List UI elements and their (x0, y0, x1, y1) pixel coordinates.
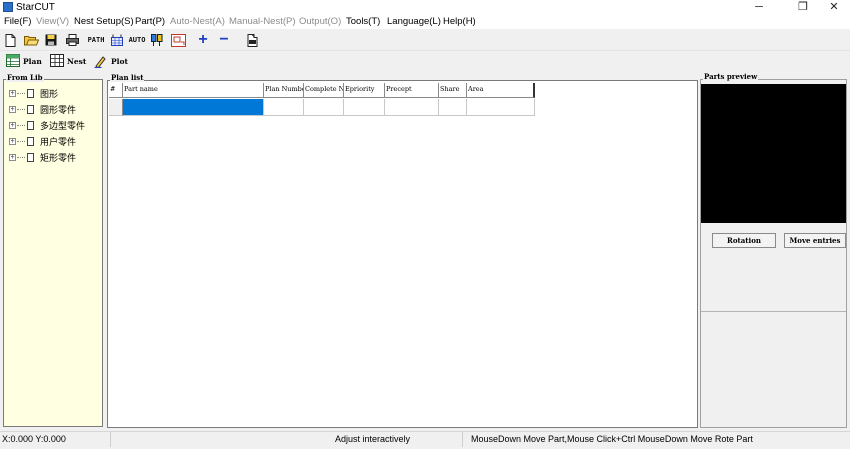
plan-list-title: Plan list (110, 73, 145, 82)
menu-tools[interactable]: Tools(T) (346, 16, 380, 28)
status-hint: MouseDown Move Part,Mouse Click+Ctrl Mou… (471, 434, 753, 444)
cell-area[interactable] (467, 99, 535, 116)
tree-item[interactable]: + 图形 (9, 86, 58, 100)
column-header-precept[interactable]: Precept (385, 83, 439, 98)
tree-item-label: 图形 (40, 88, 59, 99)
plan-mode-label: Plan (23, 57, 42, 66)
window-title: StarCUT (16, 2, 55, 13)
selected-cell-part-name[interactable] (123, 99, 264, 116)
document-icon (27, 136, 34, 146)
from-lib-title: From Lib (6, 73, 44, 82)
remove-icon[interactable]: − (217, 31, 231, 48)
nest-mode-button[interactable]: Nest (50, 53, 90, 70)
app-icon (3, 2, 13, 12)
parts-preview-title: Parts preview (703, 72, 759, 81)
menu-help[interactable]: Help(H) (443, 16, 476, 28)
menu-part[interactable]: Part(P) (135, 16, 165, 28)
column-header-area[interactable]: Area (467, 83, 535, 98)
expand-icon[interactable]: + (9, 153, 16, 161)
tree-item-label: 圆形零件 (40, 104, 77, 115)
menu-output[interactable]: Output(O) (299, 16, 341, 28)
nest-icon (50, 54, 64, 69)
tree-item-label: 多边型零件 (40, 120, 86, 131)
plan-mode-button[interactable]: Plan (6, 53, 44, 70)
nest-mode-label: Nest (67, 57, 87, 66)
plan-icon (6, 54, 20, 69)
tree-item[interactable]: + 矩形零件 (9, 150, 76, 164)
path-icon[interactable]: PATH (86, 33, 106, 47)
document-icon (27, 104, 34, 114)
menu-nest-setup[interactable]: Nest Setup(S) (74, 16, 134, 28)
plan-list-grid[interactable] (107, 80, 698, 428)
cell-precept[interactable] (385, 99, 439, 116)
tree-item[interactable]: + 用户零件 (9, 134, 76, 148)
tree-item-label: 矩形零件 (40, 152, 77, 163)
open-icon[interactable] (23, 33, 39, 47)
column-header-part-name[interactable]: Part name (123, 83, 264, 98)
plot-mode-button[interactable]: Plot (94, 53, 132, 70)
menu-auto-nest[interactable]: Auto-Nest(A) (170, 16, 225, 28)
parts-icon[interactable] (150, 33, 164, 47)
column-header-area-label: Area (468, 85, 484, 93)
parts-preview-canvas[interactable] (701, 84, 846, 223)
close-button[interactable]: ✕ (820, 0, 848, 15)
cell-complete[interactable] (304, 99, 344, 116)
expand-icon[interactable]: + (9, 105, 16, 113)
cell-priority[interactable] (344, 99, 385, 116)
rotation-button[interactable]: Rotation (712, 233, 776, 248)
preview-divider (701, 311, 846, 312)
tree-item-label: 用户零件 (40, 136, 77, 147)
sheet-icon[interactable] (109, 33, 124, 47)
plot-mode-label: Plot (111, 57, 128, 66)
column-header-share[interactable]: Share (439, 83, 467, 98)
menu-language[interactable]: Language(L) (387, 16, 441, 28)
print-icon[interactable] (65, 33, 79, 47)
status-separator (462, 432, 463, 447)
expand-icon[interactable]: + (9, 137, 16, 145)
expand-icon[interactable]: + (9, 121, 16, 129)
title-bar (0, 0, 850, 15)
column-header-plan-number[interactable]: Plan Number (264, 83, 304, 98)
column-header-index[interactable]: # (109, 83, 123, 98)
cell-share[interactable] (439, 99, 467, 116)
column-header-priority[interactable]: Epriority (344, 83, 385, 98)
row-selector[interactable] (109, 99, 123, 116)
document-icon (27, 120, 34, 130)
menu-view[interactable]: View(V) (36, 16, 69, 28)
save-icon[interactable] (44, 33, 58, 47)
tree-item[interactable]: + 多边型零件 (9, 118, 85, 132)
menu-manual-nest[interactable]: Manual-Nest(P) (229, 16, 296, 28)
document-icon (27, 152, 34, 162)
document-icon (27, 88, 34, 98)
status-mode: Adjust interactively (335, 434, 411, 444)
minimize-button[interactable]: ─ (745, 0, 773, 15)
column-header-complete[interactable]: Complete N (304, 83, 344, 98)
status-separator (110, 432, 111, 447)
restore-button[interactable]: ❐ (789, 0, 817, 15)
plot-icon (94, 54, 108, 70)
status-coordinates: X:0.000 Y:0.000 (2, 434, 66, 444)
tree-item[interactable]: + 圆形零件 (9, 102, 76, 116)
export-icon[interactable] (245, 33, 259, 47)
auto-icon[interactable]: AUTO (127, 33, 147, 47)
new-icon[interactable] (3, 33, 17, 47)
add-icon[interactable]: + (196, 31, 210, 48)
expand-icon[interactable]: + (9, 89, 16, 97)
cell-plan-number[interactable] (264, 99, 304, 116)
move-entries-button[interactable]: Move entries (784, 233, 846, 248)
nest-region-icon[interactable] (170, 33, 186, 47)
menu-file[interactable]: File(F) (4, 16, 31, 28)
